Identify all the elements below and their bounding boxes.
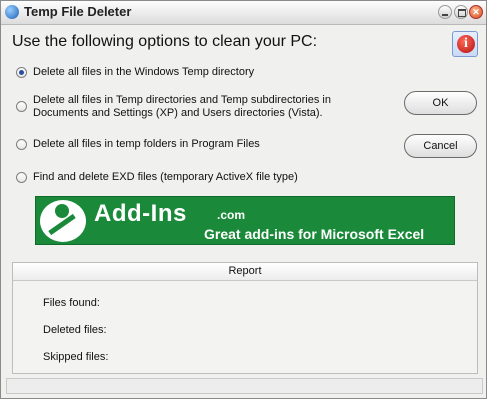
radio-user-temp-dirs[interactable] — [16, 101, 27, 112]
title-bar[interactable]: Temp File Deleter ✕ — [1, 1, 486, 25]
add-ins-banner[interactable]: Add-Ins .com Great add-ins for Microsoft… — [35, 196, 455, 245]
option-label: Find and delete EXD files (temporary Act… — [33, 171, 298, 183]
files-found-label: Files found: — [43, 297, 100, 309]
app-icon — [5, 5, 19, 19]
deleted-files-label: Deleted files: — [43, 324, 107, 336]
banner-title: Add-Ins — [94, 200, 187, 227]
skipped-files-label: Skipped files: — [43, 351, 109, 363]
info-icon: i — [457, 35, 475, 53]
radio-program-files-temp[interactable] — [16, 139, 27, 150]
banner-subtitle: Great add-ins for Microsoft Excel — [204, 226, 425, 242]
option-label: Delete all files in Temp directories and… — [33, 94, 331, 119]
banner-domain: .com — [217, 208, 246, 222]
ok-button[interactable]: OK — [404, 91, 477, 115]
add-ins-logo-icon — [40, 200, 86, 242]
status-bar — [6, 378, 483, 394]
report-header: Report — [13, 263, 477, 281]
report-panel: Report Files found: Deleted files: Skipp… — [12, 262, 478, 374]
option-label: Delete all files in temp folders in Prog… — [33, 138, 260, 150]
option-label: Delete all files in the Windows Temp dir… — [33, 66, 255, 78]
app-window: Temp File Deleter ✕ Use the following op… — [0, 0, 487, 399]
radio-windows-temp[interactable] — [16, 67, 27, 78]
page-title: Use the following options to clean your … — [12, 33, 318, 50]
cancel-button[interactable]: Cancel — [404, 134, 477, 158]
close-icon[interactable]: ✕ — [469, 5, 483, 19]
radio-exd-files[interactable] — [16, 172, 27, 183]
minimize-icon[interactable] — [438, 5, 452, 19]
info-button[interactable]: i — [452, 31, 478, 57]
window-title: Temp File Deleter — [24, 4, 132, 19]
maximize-icon[interactable] — [454, 5, 468, 19]
